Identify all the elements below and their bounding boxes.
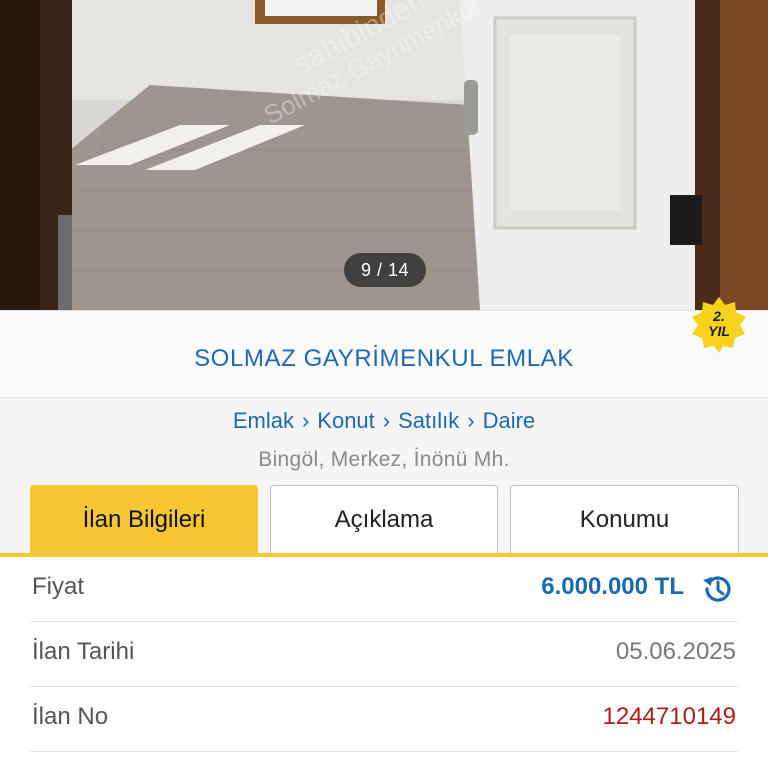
badge-unit: YIL xyxy=(708,323,730,339)
price-value: 6.000.000 TL xyxy=(541,573,684,600)
photo-counter: 9 / 14 xyxy=(344,253,426,287)
breadcrumb: Emlak › Konut › Satılık › Daire xyxy=(0,408,768,434)
breadcrumb-item-konut[interactable]: Konut xyxy=(317,408,375,433)
listing-details: Fiyat 6.000.000 TL İlan Tarihi 05.06.202… xyxy=(0,557,768,768)
listing-no-label: İlan No xyxy=(32,703,109,730)
store-header[interactable]: SOLMAZ GAYRİMENKUL EMLAK xyxy=(0,310,768,396)
breadcrumb-item-emlak[interactable]: Emlak xyxy=(233,408,294,433)
listing-location: Bingöl, Merkez, İnönü Mh. xyxy=(258,448,510,471)
breadcrumb-separator: › xyxy=(467,408,475,433)
tab-konumu[interactable]: Konumu xyxy=(510,485,739,553)
membership-year-badge: 2. YIL xyxy=(690,295,748,353)
badge-number: 2. xyxy=(713,308,725,324)
breadcrumb-separator: › xyxy=(301,408,310,433)
detail-row-price: Fiyat 6.000.000 TL xyxy=(30,557,738,622)
tab-aciklama[interactable]: Açıklama xyxy=(270,485,498,553)
price-history-icon[interactable] xyxy=(700,571,736,607)
price-label: Fiyat xyxy=(32,573,85,600)
listing-date-label: İlan Tarihi xyxy=(32,638,135,665)
breadcrumb-separator: › xyxy=(382,408,391,433)
breadcrumb-item-satilik[interactable]: Satılık xyxy=(398,408,459,433)
listing-no-value: 1244710149 xyxy=(602,703,736,730)
detail-row-listing-no: İlan No 1244710149 xyxy=(30,687,738,752)
listing-tabs: İlan Bilgileri Açıklama Konumu xyxy=(0,485,768,557)
photo-gallery[interactable]: sahibinden Solmaz Gayrimenkul 9 / 14 xyxy=(0,0,768,310)
breadcrumb-item-daire[interactable]: Daire xyxy=(483,408,536,433)
detail-row-date: İlan Tarihi 05.06.2025 xyxy=(30,622,738,687)
listing-date-value: 05.06.2025 xyxy=(615,638,736,665)
tab-ilan-bilgileri[interactable]: İlan Bilgileri xyxy=(30,485,258,553)
store-name[interactable]: SOLMAZ GAYRİMENKUL EMLAK xyxy=(0,345,768,373)
